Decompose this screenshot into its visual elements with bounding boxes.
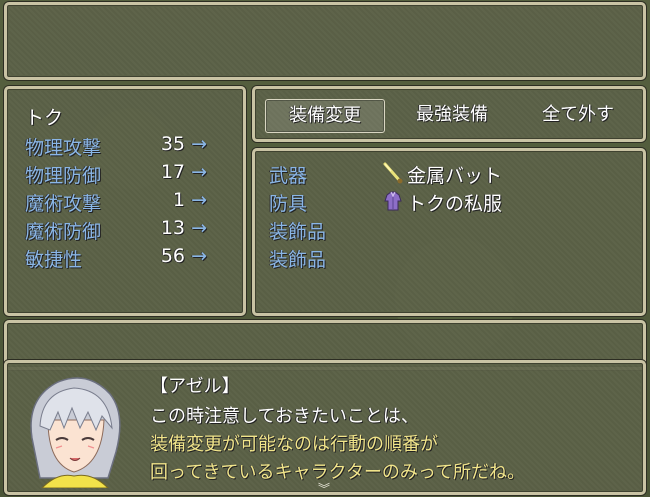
stat-row-magic-attack: 魔術攻撃 1 → <box>25 189 225 217</box>
slot-label-accessory-2[interactable]: 装飾品 <box>269 245 326 272</box>
arrow-icon: → <box>191 161 207 183</box>
optimize-command[interactable]: 最強装備 <box>393 99 511 131</box>
bat-icon <box>381 161 405 185</box>
slot-label-armor[interactable]: 防具 <box>269 189 307 216</box>
message-line-1: この時注意しておきたいことは、 <box>150 406 419 427</box>
stat-row-physical-defense: 物理防御 17 → <box>25 161 225 189</box>
actor-name: トク <box>25 107 64 129</box>
speaker-name: 【アゼル】 <box>150 376 240 397</box>
pause-arrow-icon[interactable]: ︾ <box>318 480 330 497</box>
stat-row-agility: 敏捷性 56 → <box>25 245 225 273</box>
arrow-icon: → <box>191 217 207 239</box>
message-line-3: 回ってきているキャラクターのみって所だね。 <box>150 462 525 483</box>
arrow-icon: → <box>191 189 207 211</box>
slot-item-armor: トクの私服 <box>407 193 503 215</box>
arrow-icon: → <box>191 133 207 155</box>
equip-change-command[interactable]: 装備変更 <box>265 99 385 133</box>
command-window: 装備変更 最強装備 全て外す <box>252 86 646 142</box>
stat-value: 56 <box>160 245 185 267</box>
equip-slot-window: 武器 金属バット 防具 トクの私服 装飾品 装飾品 <box>252 148 646 316</box>
slot-label-accessory-1[interactable]: 装飾品 <box>269 217 326 244</box>
stat-value: 13 <box>160 217 185 239</box>
stat-label: 物理攻撃 <box>25 137 102 159</box>
slot-item-weapon: 金属バット <box>407 165 503 187</box>
stat-label: 物理防御 <box>25 165 102 187</box>
help-window <box>4 2 646 80</box>
clothes-icon <box>381 189 405 213</box>
stat-row-physical-attack: 物理攻撃 35 → <box>25 133 225 161</box>
stat-value: 1 <box>172 189 185 211</box>
arrow-icon: → <box>191 245 207 267</box>
stat-label: 魔術防御 <box>25 221 102 243</box>
status-window: トク 物理攻撃 35 → 物理防御 17 → 魔術攻撃 1 → 魔術防御 13 … <box>4 86 246 316</box>
stat-label: 敏捷性 <box>25 249 83 271</box>
stat-row-magic-defense: 魔術防御 13 → <box>25 217 225 245</box>
stat-value: 17 <box>160 161 185 183</box>
stat-label: 魔術攻撃 <box>25 193 102 215</box>
clear-all-command[interactable]: 全て外す <box>519 99 637 131</box>
slot-label-weapon[interactable]: 武器 <box>269 161 307 188</box>
stat-value: 35 <box>160 133 185 155</box>
azel-face-portrait <box>18 368 130 488</box>
message-line-2: 装備変更が可能なのは行動の順番が <box>150 434 438 455</box>
